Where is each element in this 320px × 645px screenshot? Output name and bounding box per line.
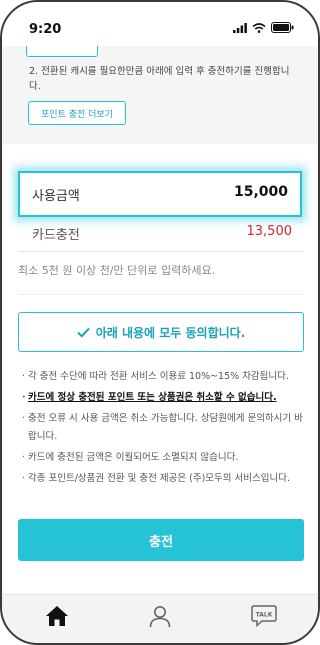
agree-all-button[interactable]: 아래 내용에 모두 동의합니다. bbox=[18, 312, 304, 352]
wifi-icon bbox=[252, 22, 266, 33]
home-icon bbox=[46, 606, 68, 626]
battery-icon bbox=[271, 22, 294, 33]
notice-item: 카드에 충전된 금액은 이월되어도 소멸되지 않습니다. bbox=[22, 449, 306, 467]
talk-icon: TALK bbox=[251, 605, 277, 628]
notice-item: 각종 포인트/상품권 전환 및 충전 제공은 (주)모두의 서비스입니다. bbox=[22, 470, 306, 488]
use-amount-value: 15,000 bbox=[233, 184, 288, 200]
agree-all-label: 아래 내용에 모두 동의합니다. bbox=[95, 325, 246, 340]
more-points-button[interactable]: 포인트 충전 더보기 bbox=[28, 101, 126, 125]
divider bbox=[18, 294, 304, 295]
charge-button[interactable]: 충전 bbox=[18, 519, 304, 561]
content-area: 2. 전환된 캐시를 필요한만큼 아래에 입력 후 충전하기를 진행합니다. 포… bbox=[2, 46, 318, 594]
amount-hint: 최소 5천 원 이상 천/만 단위로 입력하세요. bbox=[18, 264, 216, 277]
notice-list: 각 충전 수단에 따라 전환 서비스 이용료 10%~15% 차감됩니다. 카드… bbox=[22, 368, 306, 491]
check-icon bbox=[77, 327, 90, 338]
status-icons bbox=[233, 22, 294, 33]
card-charge-row: 카드충전 13,500 bbox=[18, 215, 304, 252]
notice-item-important: 카드에 정상 충전된 포인트 또는 상품권은 취소할 수 없습니다. bbox=[22, 389, 306, 407]
status-time: 9:20 bbox=[29, 22, 62, 37]
instruction-section: 2. 전환된 캐시를 필요한만큼 아래에 입력 후 충전하기를 진행합니다. 포… bbox=[2, 46, 318, 144]
person-icon bbox=[149, 606, 171, 628]
use-amount-label: 사용금액 bbox=[32, 189, 80, 204]
screen: 9:20 2. 전환된 캐시를 필요한만큼 아래에 입력 후 충전하기를 진행합… bbox=[0, 0, 320, 645]
previous-button[interactable] bbox=[26, 46, 98, 57]
card-charge-label: 카드충전 bbox=[32, 228, 80, 243]
card-charge-value: 13,500 bbox=[246, 224, 293, 239]
signal-icon bbox=[233, 22, 247, 33]
talk-icon-label: TALK bbox=[256, 611, 273, 618]
tab-profile[interactable] bbox=[145, 601, 175, 631]
phone-frame: 9:20 2. 전환된 캐시를 필요한만큼 아래에 입력 후 충전하기를 진행합… bbox=[0, 0, 320, 645]
step2-instruction: 2. 전환된 캐시를 필요한만큼 아래에 입력 후 충전하기를 진행합니다. bbox=[29, 66, 290, 92]
notice-item: 각 충전 수단에 따라 전환 서비스 이용료 10%~15% 차감됩니다. bbox=[22, 368, 306, 386]
tab-home[interactable] bbox=[42, 601, 72, 631]
bottom-tab-bar: TALK bbox=[2, 594, 318, 643]
status-bar: 9:20 bbox=[2, 2, 318, 46]
tab-talk[interactable]: TALK bbox=[249, 601, 279, 631]
notice-item: 충전 오류 시 사용 금액은 취소 가능합니다. 상담원에게 문의하시기 바랍니… bbox=[22, 410, 306, 446]
use-amount-field[interactable]: 사용금액 15,000 bbox=[18, 171, 302, 217]
